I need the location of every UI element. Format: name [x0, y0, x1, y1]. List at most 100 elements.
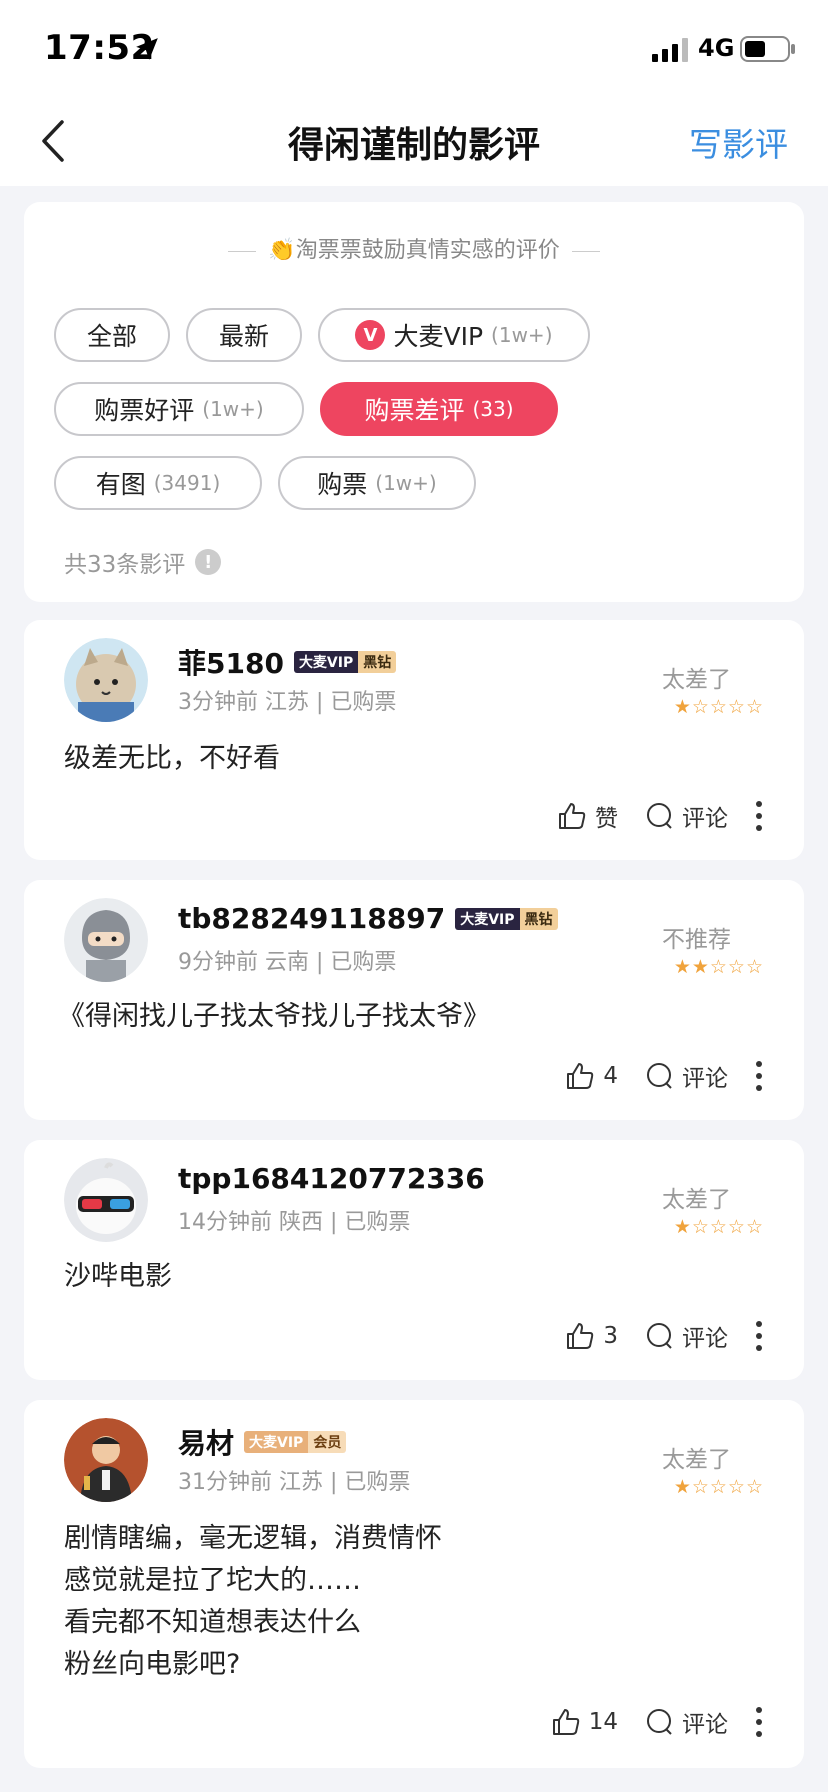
- chip-damai-vip[interactable]: V 大麦VIP (1w+): [318, 308, 590, 362]
- info-icon[interactable]: !: [195, 549, 222, 575]
- review-content: 级差无比，不好看: [64, 743, 280, 774]
- username-text: 易材: [178, 1427, 235, 1460]
- like-button[interactable]: 3: [565, 1321, 618, 1351]
- more-options-icon[interactable]: [754, 1061, 764, 1091]
- review-content: 《得闲找儿子找太爷找儿子找太爷》: [58, 1001, 490, 1032]
- comment-icon: [647, 803, 672, 829]
- total-text: 共33条影评: [64, 552, 186, 578]
- comment-label: 评论: [682, 1326, 728, 1352]
- more-options-icon[interactable]: [754, 801, 764, 831]
- cellular-signal-icon: [652, 38, 688, 62]
- comment-button[interactable]: 评论: [644, 1059, 728, 1093]
- username[interactable]: tpp1684120772336: [178, 1162, 485, 1195]
- vip-badge: 大麦VIP 黑钻: [455, 907, 558, 930]
- encourage-banner: 👏淘票票鼓励真情实感的评价: [24, 232, 804, 264]
- comment-icon: [647, 1063, 672, 1089]
- comment-label: 评论: [682, 806, 728, 832]
- vip-badge: 大麦VIP 会员: [244, 1431, 347, 1453]
- comment-button[interactable]: 评论: [644, 1319, 728, 1353]
- rating-stars: ★☆☆☆☆: [673, 1216, 764, 1238]
- review-meta: 3分钟前 江苏 | 已购票: [178, 690, 397, 715]
- avatar[interactable]: [64, 1418, 148, 1502]
- chip-count: (1w+): [491, 323, 553, 347]
- vip-badge-level: 大麦VIP: [455, 907, 520, 930]
- thumbs-up-icon: [567, 1063, 594, 1089]
- avatar[interactable]: [64, 638, 148, 722]
- like-count: 3: [603, 1323, 618, 1349]
- chip-label: 最新: [218, 322, 269, 351]
- vip-badge-tier: 会员: [308, 1431, 347, 1453]
- location-arrow-icon: [136, 38, 158, 60]
- like-count: 4: [603, 1063, 618, 1089]
- username[interactable]: 菲5180 大麦VIP 黑钻: [178, 642, 397, 682]
- avatar[interactable]: [64, 1158, 148, 1242]
- review-card: tb828249118897 大麦VIP 黑钻 9分钟前 云南 | 已购票 不推…: [24, 880, 804, 1120]
- like-button[interactable]: 赞: [557, 799, 618, 833]
- chip-count: (3491): [153, 471, 221, 495]
- review-meta: 9分钟前 云南 | 已购票: [178, 950, 397, 975]
- chip-label: 购票差评: [364, 396, 465, 425]
- more-options-icon[interactable]: [754, 1707, 764, 1737]
- chip-label: 购票好评: [94, 396, 195, 425]
- chip-purchased[interactable]: 购票 (1w+): [278, 456, 476, 510]
- rating-label: 太差了: [662, 1187, 731, 1213]
- chip-good-reviews[interactable]: 购票好评 (1w+): [54, 382, 304, 436]
- username[interactable]: tb828249118897 大麦VIP 黑钻: [178, 902, 558, 935]
- comment-label: 评论: [682, 1712, 728, 1738]
- comment-button[interactable]: 评论: [644, 1705, 728, 1739]
- review-meta: 31分钟前 江苏 | 已购票: [178, 1470, 411, 1495]
- review-actions: 14 评论: [551, 1702, 764, 1742]
- review-card: 菲5180 大麦VIP 黑钻 3分钟前 江苏 | 已购票 太差了 ★☆☆☆☆ 级…: [24, 620, 804, 860]
- like-button[interactable]: 4: [565, 1061, 618, 1091]
- chip-latest[interactable]: 最新: [186, 308, 302, 362]
- chip-bad-reviews[interactable]: 购票差评 (33): [320, 382, 558, 436]
- chip-count: (33): [472, 397, 514, 421]
- battery-icon: [740, 36, 795, 62]
- total-count: 共33条影评 !: [64, 545, 222, 579]
- username[interactable]: 易材 大麦VIP 会员: [178, 1422, 347, 1462]
- comment-icon: [647, 1709, 672, 1735]
- write-review-button[interactable]: 写影评: [689, 118, 788, 166]
- navigation-bar: 得闲谨制的影评 写影评: [0, 96, 828, 186]
- damai-logo-icon: V: [355, 320, 386, 350]
- review-card: tpp1684120772336 14分钟前 陕西 | 已购票 太差了 ★☆☆☆…: [24, 1140, 804, 1380]
- comment-label: 评论: [682, 1066, 728, 1092]
- rating-label: 不推荐: [662, 927, 731, 953]
- rating-label: 太差了: [662, 667, 731, 693]
- like-button[interactable]: 14: [551, 1707, 618, 1737]
- review-content: 沙哔电影: [64, 1261, 172, 1292]
- avatar[interactable]: [64, 898, 148, 982]
- comment-icon: [647, 1323, 672, 1349]
- clap-icon: 👏: [268, 238, 296, 263]
- rating-stars: ★☆☆☆☆: [673, 1476, 764, 1498]
- thumbs-up-icon: [552, 1709, 579, 1735]
- review-content: 剧情瞎编，毫无逻辑，消费情怀 感觉就是拉了坨大的…… 看完都不知道想表达什么 粉…: [64, 1523, 442, 1680]
- status-bar: 17:52 4G: [0, 0, 828, 96]
- review-card: 易材 大麦VIP 会员 31分钟前 江苏 | 已购票 太差了 ★☆☆☆☆ 剧情瞎…: [24, 1400, 804, 1768]
- review-actions: 3 评论: [565, 1316, 764, 1356]
- chip-label: 有图: [95, 470, 146, 499]
- more-options-icon[interactable]: [754, 1321, 764, 1351]
- like-count: 14: [588, 1709, 618, 1735]
- vip-badge-tier: 黑钻: [519, 907, 558, 930]
- rating-label: 太差了: [662, 1447, 731, 1473]
- chip-count: (1w+): [375, 471, 437, 495]
- chip-count: (1w+): [202, 397, 264, 421]
- username-text: tpp1684120772336: [178, 1162, 485, 1195]
- vip-badge-level: 大麦VIP: [244, 1431, 309, 1453]
- review-actions: 4 评论: [565, 1056, 764, 1096]
- chip-with-images[interactable]: 有图 (3491): [54, 456, 262, 510]
- thumbs-up-icon: [559, 803, 586, 829]
- chip-label: 全部: [86, 322, 137, 351]
- rating-stars: ★☆☆☆☆: [673, 696, 764, 718]
- comment-button[interactable]: 评论: [644, 799, 728, 833]
- username-text: 菲5180: [178, 647, 284, 680]
- like-count: 赞: [595, 806, 618, 832]
- vip-badge-tier: 黑钻: [358, 651, 397, 673]
- network-type: 4G: [698, 34, 735, 62]
- chip-all[interactable]: 全部: [54, 308, 170, 362]
- chip-label: 购票: [317, 470, 368, 499]
- filter-card: 👏淘票票鼓励真情实感的评价 全部 最新 V 大麦VIP (1w+) 购票好评 (…: [24, 202, 804, 602]
- vip-badge-level: 大麦VIP: [293, 651, 359, 673]
- rating-stars: ★★☆☆☆: [673, 956, 764, 978]
